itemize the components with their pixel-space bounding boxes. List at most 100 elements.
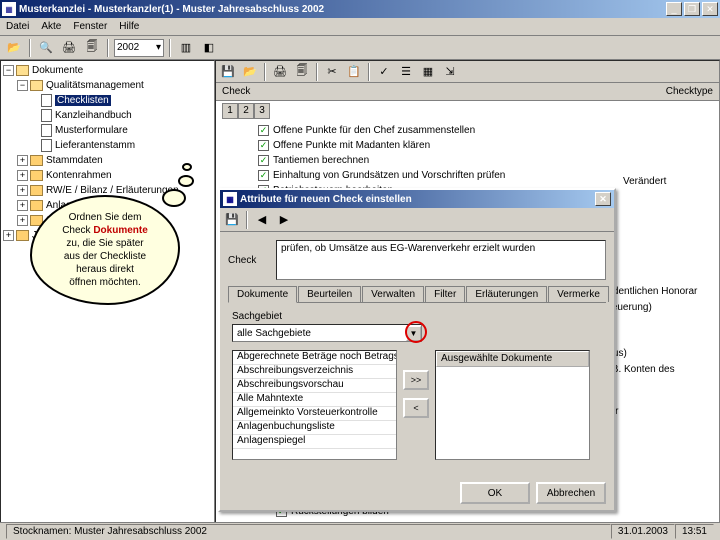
- doc-icon: [41, 124, 52, 137]
- menu-hilfe[interactable]: Hilfe: [119, 21, 139, 32]
- check-toolbar: 💾 📂 🖨 🗐 ✂ 📋 ✓ ☰ ▦ ⇲: [216, 61, 719, 83]
- list-item[interactable]: Anlagenbuchungsliste: [233, 421, 396, 435]
- info-text: steuerung): [604, 302, 719, 318]
- tree-root[interactable]: Dokumente: [32, 65, 83, 76]
- ct-grid-icon[interactable]: ▦: [418, 62, 438, 82]
- check-column-header[interactable]: Check: [222, 86, 250, 97]
- restore-button[interactable]: ❐: [684, 2, 700, 16]
- tree-item[interactable]: Kontenrahmen: [46, 170, 112, 181]
- cancel-button[interactable]: Abbrechen: [536, 482, 606, 504]
- tree-item[interactable]: Kanzleihandbuch: [55, 110, 132, 121]
- tree-item-checklisten[interactable]: Checklisten: [55, 95, 111, 106]
- list-item[interactable]: Abgerechnete Beträge noch Betrags: [233, 351, 396, 365]
- tb-preview-icon[interactable]: 🗐: [82, 38, 102, 58]
- help-callout: Ordnen Sie dem Check Dokumente zu, die S…: [30, 195, 180, 305]
- tree-item[interactable]: Lieferantenstamm: [55, 140, 135, 151]
- tree-collapse-icon[interactable]: −: [17, 80, 28, 91]
- tree-expand-icon[interactable]: +: [17, 170, 28, 181]
- main-menubar: Datei Akte Fenster Hilfe: [0, 18, 720, 36]
- year-value: 2002: [117, 42, 139, 53]
- tab-erlauterungen[interactable]: Erläuterungen: [466, 286, 547, 302]
- tb-tool2-icon[interactable]: ◧: [199, 38, 219, 58]
- list-item[interactable]: Anlagenspiegel: [233, 435, 396, 449]
- tree-group[interactable]: Qualitätsmanagement: [46, 80, 144, 91]
- attributes-dialog: ▦ Attribute für neuen Check einstellen ✕…: [218, 188, 616, 512]
- selected-documents-list[interactable]: Ausgewählte Dokumente: [435, 350, 590, 460]
- level-tab-2[interactable]: 2: [238, 103, 254, 119]
- tree-expand-icon[interactable]: +: [17, 215, 28, 226]
- tb-search-icon[interactable]: 🔍: [36, 38, 56, 58]
- selected-list-header: Ausgewählte Dokumente: [436, 351, 589, 367]
- dlg-prev-icon[interactable]: ◀: [252, 210, 272, 230]
- close-button[interactable]: ✕: [702, 2, 718, 16]
- list-item[interactable]: Abschreibungsvorschau: [233, 379, 396, 393]
- app-icon: ▦: [2, 2, 16, 16]
- tree-item[interactable]: Musterformulare: [55, 125, 128, 136]
- year-selector[interactable]: 2002 ▾: [114, 39, 164, 57]
- tab-beurteilen[interactable]: Beurteilen: [298, 286, 361, 302]
- main-titlebar: ▦ Musterkanzlei - Musterkanzler(1) - Mus…: [0, 0, 720, 18]
- dropdown-icon[interactable]: ▼: [406, 326, 421, 341]
- checkbox-icon[interactable]: ✓: [258, 155, 269, 166]
- info-text: bar: [604, 406, 719, 422]
- tree-collapse-icon[interactable]: −: [3, 65, 14, 76]
- tb-tool1-icon[interactable]: ▥: [176, 38, 196, 58]
- list-item[interactable]: Alle Mahntexte: [233, 393, 396, 407]
- tab-vermerke[interactable]: Vermerke: [548, 286, 609, 302]
- doc-icon: [41, 94, 52, 107]
- dialog-icon: ▦: [223, 192, 237, 206]
- tab-dokumente[interactable]: Dokumente: [228, 286, 297, 303]
- add-button[interactable]: >>: [403, 370, 429, 390]
- ct-cut-icon[interactable]: ✂: [322, 62, 342, 82]
- info-text: ordentlichen Honorar: [604, 286, 719, 302]
- folder-icon: [16, 65, 29, 76]
- level-tab-1[interactable]: 1: [222, 103, 238, 119]
- tb-print-icon[interactable]: 🖨: [59, 38, 79, 58]
- menu-datei[interactable]: Datei: [6, 21, 29, 32]
- status-date: 31.01.2003: [611, 524, 675, 539]
- tab-filter[interactable]: Filter: [425, 286, 465, 302]
- check-type-header[interactable]: Checktype: [666, 86, 713, 97]
- checkbox-icon[interactable]: ✓: [258, 125, 269, 136]
- dlg-next-icon[interactable]: ▶: [274, 210, 294, 230]
- ct-paste-icon[interactable]: 📋: [344, 62, 364, 82]
- list-item[interactable]: Allgemeinkto Vorsteuerkontrolle: [233, 407, 396, 421]
- checkbox-icon[interactable]: ✓: [258, 170, 269, 181]
- folder-icon: [30, 80, 43, 91]
- sachgebiet-combo[interactable]: alle Sachgebiete ▼: [232, 324, 422, 342]
- tree-expand-icon[interactable]: +: [17, 155, 28, 166]
- info-text: z.B. Konten des: [604, 364, 719, 380]
- sachgebiet-label: Sachgebiet: [232, 311, 602, 322]
- dialog-close-button[interactable]: ✕: [595, 192, 611, 206]
- menu-akte[interactable]: Akte: [41, 21, 61, 32]
- folder-icon: [30, 155, 43, 166]
- check-text-input[interactable]: [276, 240, 606, 280]
- dlg-save-icon[interactable]: 💾: [222, 210, 242, 230]
- minimize-button[interactable]: _: [666, 2, 682, 16]
- tree-expand-icon[interactable]: +: [17, 185, 28, 196]
- ct-print-icon[interactable]: 🖨: [270, 62, 290, 82]
- tb-open-icon[interactable]: 📂: [4, 38, 24, 58]
- ct-preview-icon[interactable]: 🗐: [292, 62, 312, 82]
- level-tab-3[interactable]: 3: [254, 103, 270, 119]
- ct-save-icon[interactable]: 💾: [218, 62, 238, 82]
- right-label: Verändert: [619, 176, 719, 191]
- tree-expand-icon[interactable]: +: [17, 200, 28, 211]
- ct-open-icon[interactable]: 📂: [240, 62, 260, 82]
- ct-check-icon[interactable]: ✓: [374, 62, 394, 82]
- available-documents-list[interactable]: Abgerechnete Beträge noch Betrags Abschr…: [232, 350, 397, 460]
- ct-list-icon[interactable]: ☰: [396, 62, 416, 82]
- ok-button[interactable]: OK: [460, 482, 530, 504]
- checkbox-icon[interactable]: ✓: [258, 140, 269, 151]
- doc-icon: [41, 139, 52, 152]
- tab-verwalten[interactable]: Verwalten: [362, 286, 424, 302]
- list-item[interactable]: Abschreibungsverzeichnis: [233, 365, 396, 379]
- check-field-label: Check: [228, 255, 270, 266]
- menu-fenster[interactable]: Fenster: [73, 21, 107, 32]
- tree-expand-icon[interactable]: +: [3, 230, 14, 241]
- tree-item[interactable]: Stammdaten: [46, 155, 103, 166]
- ct-export-icon[interactable]: ⇲: [440, 62, 460, 82]
- doc-icon: [41, 109, 52, 122]
- folder-icon: [30, 170, 43, 181]
- remove-button[interactable]: <: [403, 398, 429, 418]
